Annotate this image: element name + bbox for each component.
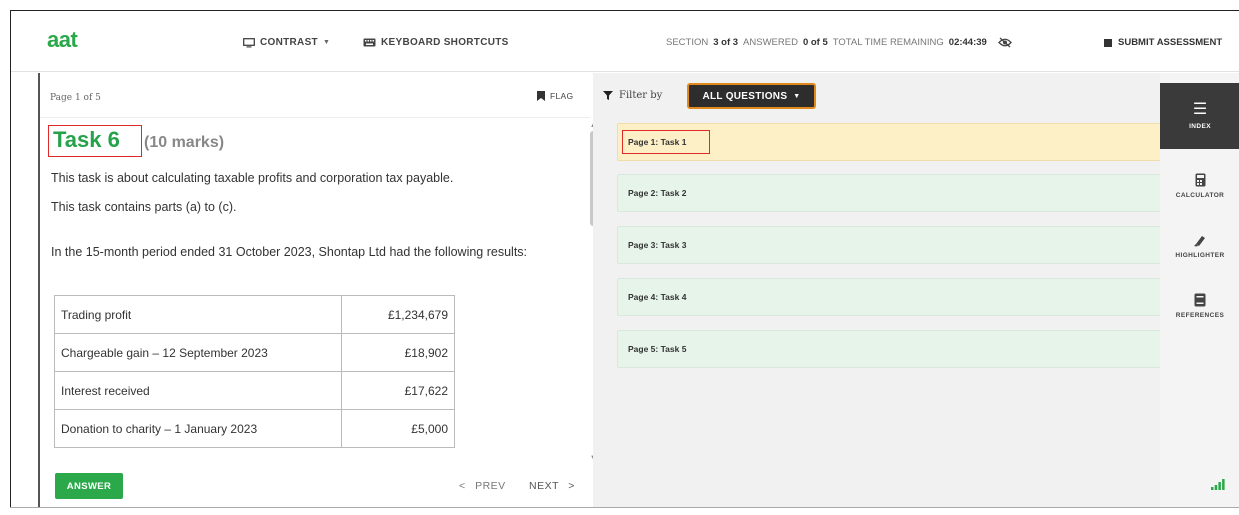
stop-icon: [1104, 38, 1112, 47]
next-button[interactable]: NEXT >: [529, 480, 575, 492]
keyboard-shortcuts-label: KEYBOARD SHORTCUTS: [381, 37, 509, 48]
top-bar: aat CONTRAST ▼ KEYBOARD SHORTCUTS SECTIO…: [11, 11, 1239, 72]
table-cell-amount: £5,000: [341, 409, 455, 448]
filter-select[interactable]: ALL QUESTIONS ▼: [687, 83, 816, 109]
submit-assessment-button[interactable]: SUBMIT ASSESSMENT: [1104, 37, 1222, 48]
chevron-down-icon: ▼: [793, 92, 801, 100]
chevron-right-icon: >: [568, 480, 575, 492]
table-row: Chargeable gain – 12 September 2023 £18,…: [54, 333, 455, 372]
table-cell-label: Interest received: [54, 371, 342, 410]
index-item[interactable]: Page 2: Task 2: [617, 174, 1164, 212]
tool-label: HIGHLIGHTER: [1175, 252, 1225, 259]
index-item[interactable]: Page 4: Task 4: [617, 278, 1164, 316]
table-cell-label: Donation to charity – 1 January 2023: [54, 409, 342, 448]
question-paragraph: This task is about calculating taxable p…: [51, 171, 454, 185]
chevron-left-icon: <: [459, 480, 466, 492]
question-paragraph: This task contains parts (a) to (c).: [51, 200, 237, 214]
flag-button[interactable]: FLAG: [537, 91, 573, 101]
table-cell-amount: £17,622: [341, 371, 455, 410]
index-item-label: Page 2: Task 2: [628, 188, 687, 198]
results-table: Trading profit £1,234,679 Chargeable gai…: [54, 295, 455, 448]
highlighter-tool[interactable]: HIGHLIGHTER: [1160, 213, 1239, 279]
index-panel: Filter by ALL QUESTIONS ▼ Page 1: Task 1…: [593, 73, 1164, 508]
table-row: Donation to charity – 1 January 2023 £5,…: [54, 409, 455, 448]
index-item-label: Page 4: Task 4: [628, 292, 687, 302]
prev-label: PREV: [475, 480, 506, 492]
question-body: Task 6 (10 marks) This task is about cal…: [40, 119, 580, 464]
contrast-button[interactable]: CONTRAST ▼: [243, 37, 330, 48]
question-paragraph: In the 15-month period ended 31 October …: [51, 245, 528, 259]
bookmark-icon: [537, 91, 545, 101]
table-cell-label: Chargeable gain – 12 September 2023: [54, 333, 342, 372]
keyboard-icon: [363, 38, 376, 47]
submit-assessment-label: SUBMIT ASSESSMENT: [1118, 37, 1223, 48]
table-cell-label: Trading profit: [54, 295, 342, 334]
question-header: Page 1 of 5 FLAG: [40, 73, 590, 118]
contrast-label: CONTRAST: [260, 37, 318, 48]
aat-logo: aat: [47, 27, 78, 52]
next-label: NEXT: [529, 480, 559, 492]
time-remaining-value: 02:44:39: [948, 37, 987, 48]
index-item-label: Page 1: Task 1: [628, 137, 687, 147]
section-label: SECTION: [666, 37, 709, 48]
app-frame: aat CONTRAST ▼ KEYBOARD SHORTCUTS SECTIO…: [10, 10, 1239, 508]
table-cell-amount: £1,234,679: [341, 295, 455, 334]
answer-button[interactable]: ANSWER: [55, 473, 123, 499]
page-indicator: Page 1 of 5: [50, 93, 101, 103]
tool-label: CALCULATOR: [1175, 192, 1225, 199]
bottom-border: [10, 507, 1239, 508]
section-value: 3 of 3: [713, 37, 739, 48]
index-item-label: Page 5: Task 5: [628, 344, 687, 354]
table-row: Trading profit £1,234,679: [54, 295, 455, 334]
prev-button[interactable]: < PREV: [459, 480, 506, 492]
table-row: Interest received £17,622: [54, 371, 455, 410]
filter-select-value: ALL QUESTIONS: [702, 90, 788, 102]
filter-label: Filter by: [603, 90, 662, 101]
question-panel: Page 1 of 5 FLAG Task 6 (10 marks) This …: [38, 73, 597, 508]
keyboard-shortcuts-button[interactable]: KEYBOARD SHORTCUTS: [363, 37, 509, 48]
answered-value: 0 of 5: [802, 37, 828, 48]
references-tool[interactable]: REFERENCES: [1160, 273, 1239, 339]
calculator-icon: [1195, 173, 1205, 187]
tool-label: INDEX: [1189, 123, 1211, 130]
task-title: Task 6: [48, 125, 142, 157]
index-item[interactable]: Page 3: Task 3: [617, 226, 1164, 264]
task-title-text: Task 6: [53, 127, 120, 152]
tool-label: REFERENCES: [1175, 312, 1225, 319]
index-item[interactable]: Page 5: Task 5: [617, 330, 1164, 368]
highlighter-icon: [1194, 236, 1205, 247]
answered-label: ANSWERED: [743, 37, 798, 48]
filter-icon: [603, 91, 613, 100]
filter-label-text: Filter by: [619, 90, 663, 101]
tools-sidebar: ☰ INDEX CALCULATOR HIGHLIGHTER REFERENCE…: [1160, 73, 1239, 508]
index-item[interactable]: Page 1: Task 1: [617, 123, 1164, 161]
index-tool[interactable]: ☰ INDEX: [1160, 83, 1239, 149]
monitor-icon: [243, 37, 255, 47]
hide-timer-icon[interactable]: [997, 37, 1012, 48]
chevron-down-icon: ▼: [322, 39, 331, 46]
table-cell-amount: £18,902: [341, 333, 455, 372]
calculator-tool[interactable]: CALCULATOR: [1160, 153, 1239, 219]
index-item-label: Page 3: Task 3: [628, 240, 687, 250]
question-footer: ANSWER < PREV NEXT >: [40, 465, 590, 508]
task-marks: (10 marks): [144, 134, 225, 151]
time-remaining-label: TOTAL TIME REMAINING: [832, 37, 944, 48]
signal-strength-icon: [1211, 479, 1225, 490]
assessment-status: SECTION 3 of 3 ANSWERED 0 of 5 TOTAL TIM…: [666, 37, 1012, 48]
flag-label: FLAG: [550, 91, 574, 101]
book-icon: [1194, 293, 1206, 307]
menu-icon: ☰: [1192, 101, 1208, 118]
